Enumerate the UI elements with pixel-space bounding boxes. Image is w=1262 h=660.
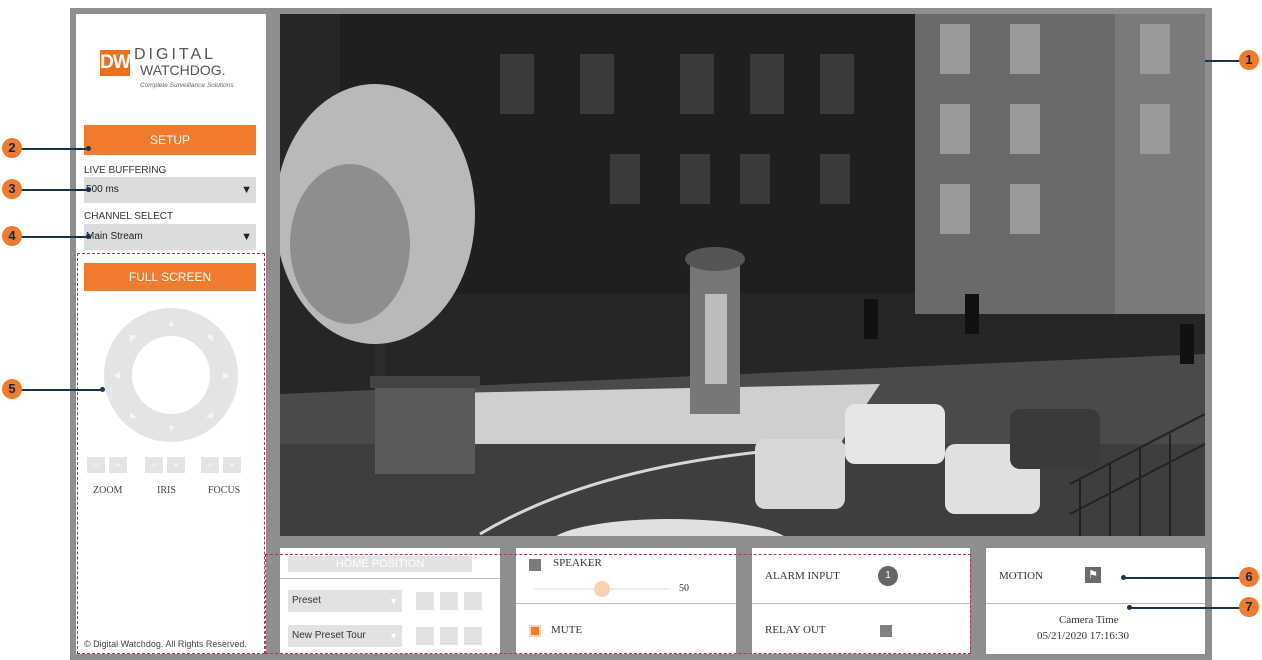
callout-leader <box>20 389 102 391</box>
ptz-section-outline <box>77 253 265 654</box>
live-video-view[interactable] <box>280 14 1205 536</box>
callout-6: 6 <box>1239 567 1259 587</box>
setup-button[interactable]: SETUP <box>84 125 256 155</box>
callout-4: 4 <box>2 226 22 246</box>
callout-leader <box>20 148 88 150</box>
channel-select-label: CHANNEL SELECT <box>84 211 174 222</box>
callout-2: 2 <box>2 138 22 158</box>
camera-time-value: 05/21/2020 17:16:30 <box>1037 630 1129 642</box>
camera-scene-image <box>280 14 1205 536</box>
chevron-down-icon: ▼ <box>241 184 252 196</box>
callout-leader <box>1129 607 1241 609</box>
callout-leader <box>20 189 88 191</box>
chevron-down-icon: ▼ <box>241 231 252 243</box>
logo-mark: DW <box>100 50 131 76</box>
channel-select[interactable]: Main Stream ▼ <box>84 224 256 250</box>
logo-tagline: Complete Surveillance Solutions <box>140 82 234 89</box>
callout-leader <box>20 236 88 238</box>
brand-logo: DW DIGITAL WATCHDOG. Complete Surveillan… <box>100 44 260 92</box>
callout-leader <box>1205 60 1241 62</box>
callout-leader <box>1123 577 1241 579</box>
camera-time-label: Camera Time <box>1059 614 1119 626</box>
motion-label: MOTION <box>999 570 1043 582</box>
callout-1: 1 <box>1239 50 1259 70</box>
channel-select-value: Main Stream <box>86 231 143 242</box>
live-buffering-label: LIVE BUFFERING <box>84 165 167 176</box>
live-buffering-select[interactable]: 500 ms ▼ <box>84 177 256 203</box>
logo-name-line2: WATCHDOG. <box>140 62 226 78</box>
callout-7: 7 <box>1239 597 1259 617</box>
bottom-controls-outline <box>265 554 971 654</box>
running-person-icon: ⚑ <box>1085 567 1101 583</box>
callout-5: 5 <box>2 379 22 399</box>
divider <box>986 603 1205 604</box>
callout-3: 3 <box>2 179 22 199</box>
